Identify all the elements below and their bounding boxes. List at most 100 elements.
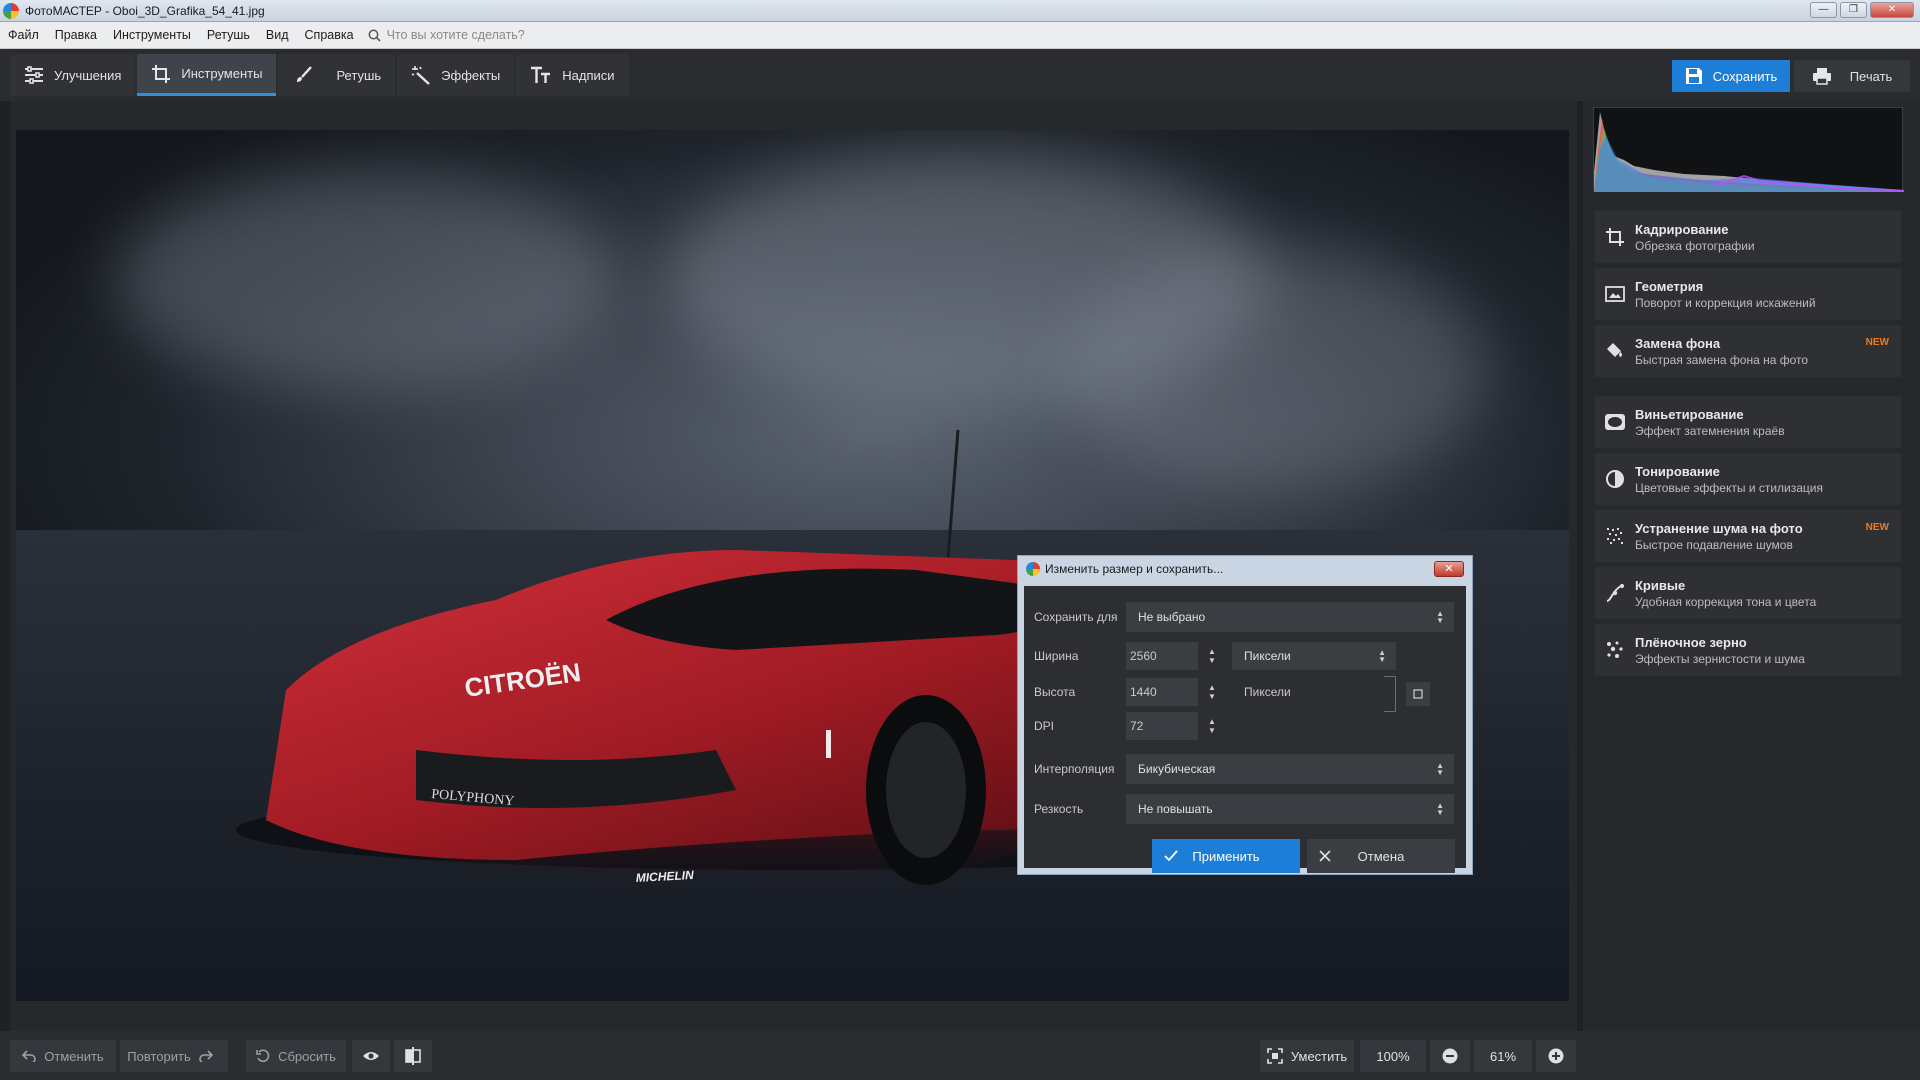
preview-toggle-button[interactable] <box>352 1040 390 1072</box>
tool-title: Геометрия <box>1635 278 1704 294</box>
tab-retouch[interactable]: Ретушь <box>278 54 396 96</box>
width-input[interactable]: 2560 <box>1126 642 1198 670</box>
cancel-button[interactable]: Отмена <box>1307 839 1455 873</box>
apply-button[interactable]: Применить <box>1152 839 1300 873</box>
menu-bar: Файл Правка Инструменты Ретушь Вид Справ… <box>0 22 1920 49</box>
menu-view[interactable]: Вид <box>258 28 297 42</box>
dialog-titlebar[interactable]: Изменить размер и сохранить... <box>1018 556 1472 582</box>
tab-label: Эффекты <box>441 67 501 83</box>
tab-label: Улучшения <box>54 67 122 83</box>
dialog-close-button[interactable]: ✕ <box>1434 561 1464 577</box>
app-icon <box>3 2 19 19</box>
tab-label: Инструменты <box>181 66 263 81</box>
tool-denoise[interactable]: Устранение шума на фото Быстрое подавлени… <box>1595 510 1901 562</box>
zoom-in-button[interactable] <box>1536 1040 1576 1072</box>
eye-icon <box>363 1052 379 1060</box>
width-unit-select[interactable]: Пиксели ▲ ▼ <box>1232 642 1396 670</box>
new-badge: NEW <box>1865 337 1889 348</box>
save-for-label: Сохранить для <box>1034 610 1118 624</box>
close-icon <box>1319 850 1331 862</box>
main-toolbar: Улучшения Инструменты Ретушь Эффекты Над… <box>0 49 1920 101</box>
dialog-body: Сохранить для Не выбрано ▲ ▼ Ширина 2560 … <box>1024 586 1466 873</box>
menu-file[interactable]: Файл <box>0 28 47 42</box>
dpi-input[interactable]: 72 <box>1126 712 1198 740</box>
tool-geometry[interactable]: Геометрия Поворот и коррекция искажений <box>1595 268 1901 320</box>
tool-vignette[interactable]: Виньетирование Эффект затемнения краёв <box>1595 396 1901 448</box>
tab-enhance[interactable]: Улучшения <box>10 54 136 96</box>
apply-label: Применить <box>1192 848 1260 864</box>
redo-button[interactable]: Повторить <box>120 1040 228 1072</box>
zoom-out-button[interactable] <box>1430 1040 1470 1072</box>
tool-subtitle: Быстрая замена фона на фото <box>1635 352 1809 367</box>
menu-tools[interactable]: Инструменты <box>105 28 199 42</box>
keep-proportions-toggle[interactable] <box>1406 682 1430 706</box>
height-input[interactable]: 1440 <box>1126 678 1198 706</box>
menu-retouch[interactable]: Ретушь <box>199 28 258 42</box>
reset-button[interactable]: Сбросить <box>246 1040 346 1072</box>
minus-icon <box>1442 1048 1458 1064</box>
save-for-select[interactable]: Не выбрано ▲ ▼ <box>1126 602 1454 632</box>
updown-icon: ▲ ▼ <box>1378 648 1386 664</box>
tab-text[interactable]: Надписи <box>516 54 629 96</box>
height-unit: Пиксели <box>1244 685 1291 699</box>
width-unit-value: Пиксели <box>1244 649 1291 663</box>
tool-title: Тонирование <box>1635 463 1720 479</box>
window-title: ФотоМАСТЕР - Oboi_3D_Grafika_54_41.jpg <box>25 3 265 18</box>
dialog-title: Изменить размер и сохранить... <box>1045 562 1224 576</box>
tool-title: Устранение шума на фото <box>1635 520 1803 536</box>
zoom-100-button[interactable]: 100% <box>1360 1040 1426 1072</box>
sharpness-select[interactable]: Не повышать ▲ ▼ <box>1126 794 1454 824</box>
tab-effects[interactable]: Эффекты <box>397 54 515 96</box>
search-placeholder: Что вы хотите сделать? <box>386 28 525 42</box>
tool-curves[interactable]: Кривые Удобная коррекция тона и цвета <box>1595 567 1901 619</box>
undo-icon <box>22 1050 37 1062</box>
width-stepper[interactable]: ▲ ▼ <box>1204 647 1220 665</box>
tool-subtitle: Быстрое подавление шумов <box>1635 537 1793 552</box>
tool-background-replace[interactable]: Замена фона Быстрая замена фона на фото N… <box>1595 325 1901 377</box>
compare-icon <box>405 1047 421 1065</box>
save-label: Сохранить <box>1712 68 1778 84</box>
tab-tools[interactable]: Инструменты <box>137 54 277 96</box>
zoom-100-label: 100% <box>1376 1048 1410 1064</box>
print-label: Печать <box>1849 68 1893 84</box>
fit-label: Уместить <box>1290 1048 1348 1064</box>
save-button[interactable]: Сохранить <box>1672 60 1790 92</box>
tool-title: Кривые <box>1635 577 1686 593</box>
print-button[interactable]: Печать <box>1794 60 1910 92</box>
tool-title: Замена фона <box>1635 335 1721 351</box>
interpolation-label: Интерполяция <box>1034 762 1115 776</box>
sharpness-label: Резкость <box>1034 802 1084 816</box>
fit-screen-icon <box>1267 1048 1283 1064</box>
maximize-button[interactable]: ❐ <box>1840 2 1867 18</box>
crop-icon <box>1606 228 1624 246</box>
dpi-stepper[interactable]: ▲ ▼ <box>1204 717 1220 735</box>
close-window-button[interactable]: ✕ <box>1870 2 1914 18</box>
menu-help[interactable]: Справка <box>297 28 362 42</box>
tools-panel: Кадрирование Обрезка фотографии Геометрия… <box>1583 101 1920 1031</box>
title-bar: ФотоМАСТЕР - Oboi_3D_Grafika_54_41.jpg —… <box>0 0 1920 22</box>
menu-search[interactable]: Что вы хотите сделать? <box>368 28 525 42</box>
tool-subtitle: Поворот и коррекция искажений <box>1635 295 1816 310</box>
compare-button[interactable] <box>394 1040 432 1072</box>
redo-label: Повторить <box>127 1048 191 1064</box>
interpolation-value: Бикубическая <box>1138 762 1216 776</box>
tab-label: Ретушь <box>336 67 382 83</box>
height-stepper[interactable]: ▲ ▼ <box>1204 683 1220 701</box>
toning-icon <box>1606 470 1624 488</box>
tool-crop[interactable]: Кадрирование Обрезка фотографии <box>1595 211 1901 263</box>
updown-icon: ▲ ▼ <box>1436 761 1444 777</box>
tool-subtitle: Удобная коррекция тона и цвета <box>1635 594 1817 609</box>
fit-button[interactable]: Уместить <box>1260 1040 1354 1072</box>
undo-button[interactable]: Отменить <box>10 1040 116 1072</box>
search-icon <box>368 29 381 42</box>
menu-edit[interactable]: Правка <box>47 28 105 42</box>
tool-toning[interactable]: Тонирование Цветовые эффекты и стилизация <box>1595 453 1901 505</box>
minimize-button[interactable]: — <box>1810 2 1837 18</box>
tool-film-grain[interactable]: Плёночное зерно Эффекты зернистости и шум… <box>1595 624 1901 676</box>
new-badge: NEW <box>1865 522 1889 533</box>
crop-icon <box>152 64 171 83</box>
save-for-value: Не выбрано <box>1138 610 1206 624</box>
paint-bucket-icon <box>1607 343 1622 357</box>
interpolation-select[interactable]: Бикубическая ▲ ▼ <box>1126 754 1454 784</box>
reset-icon <box>256 1049 270 1063</box>
